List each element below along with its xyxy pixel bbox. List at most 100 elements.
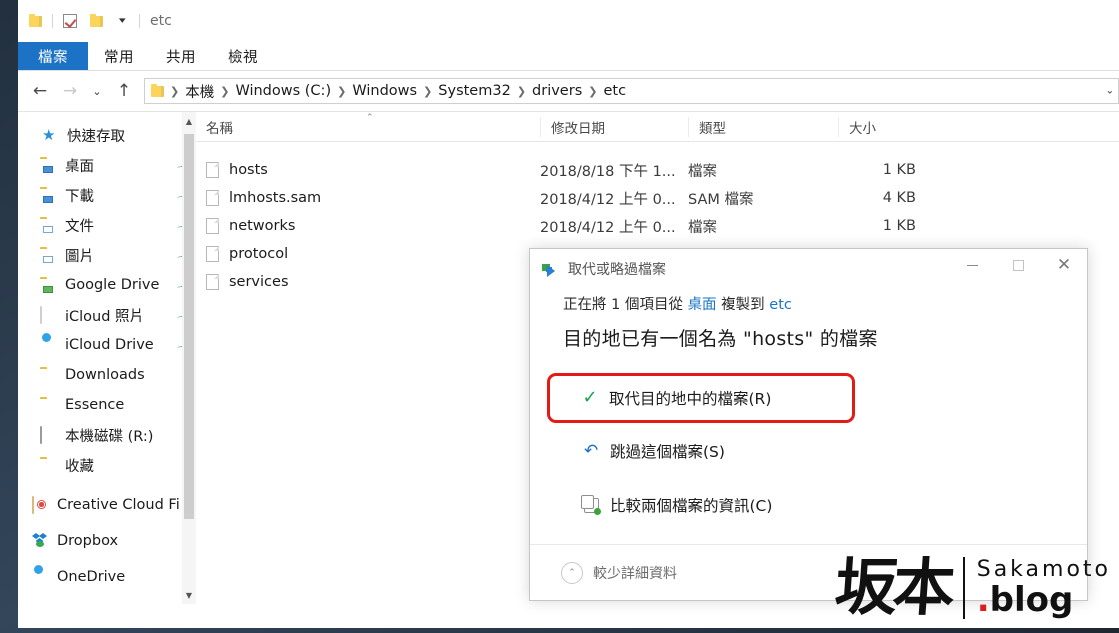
nav-label: Google Drive xyxy=(65,277,160,293)
table-row[interactable]: networks 2018/4/12 上午 0... 檔案 1 KB xyxy=(196,212,1119,240)
file-name-cell: hosts xyxy=(196,156,540,184)
less-details-label[interactable]: 較少詳細資料 xyxy=(593,563,677,583)
recent-locations-button[interactable]: ⌄ xyxy=(86,77,108,105)
table-row[interactable]: hosts 2018/8/18 下午 1... 檔案 1 KB xyxy=(196,156,1119,184)
divider xyxy=(18,480,196,490)
nav-item-documents[interactable]: 文件 📌 xyxy=(18,210,196,240)
nav-item-favorites[interactable]: 收藏 xyxy=(18,450,196,480)
nav-label: iCloud Drive xyxy=(65,337,154,353)
table-row[interactable]: lmhosts.sam 2018/4/12 上午 0... SAM 檔案 4 K… xyxy=(196,184,1119,212)
subtitle-middle: 複製到 xyxy=(716,297,770,313)
up-button[interactable]: ↑ xyxy=(110,77,138,105)
address-dropdown-icon[interactable]: ⌄ xyxy=(1106,86,1114,97)
folder-icon xyxy=(40,397,58,413)
nav-label: 快速存取 xyxy=(67,128,125,145)
folder-gdrive-icon xyxy=(40,277,58,293)
nav-item-creative-cloud[interactable]: Creative Cloud Fi xyxy=(18,490,196,520)
close-button[interactable]: ✕ xyxy=(1041,249,1087,281)
maximize-button[interactable] xyxy=(995,249,1041,281)
nav-item-desktop[interactable]: 桌面 📌 xyxy=(18,150,196,180)
nav-item-essence[interactable]: Essence xyxy=(18,390,196,420)
tab-share[interactable]: 共用 xyxy=(150,42,212,70)
dropbox-icon xyxy=(32,533,50,549)
disk-drive-icon xyxy=(40,426,58,444)
navigation-scrollbar[interactable]: ▲ ▼ xyxy=(182,112,196,604)
scrollbar-thumb[interactable] xyxy=(184,134,194,519)
breadcrumb-item-1[interactable]: Windows (C:) xyxy=(231,83,335,99)
option-label: 比較兩個檔案的資訊(C) xyxy=(610,497,773,515)
tab-file[interactable]: 檔案 xyxy=(18,42,88,70)
onedrive-icon xyxy=(32,569,50,585)
checkbox-icon xyxy=(63,14,77,28)
nav-item-local-disk-r[interactable]: 本機磁碟 (R:) xyxy=(18,420,196,450)
breadcrumb-separator: ❯ xyxy=(337,84,347,98)
qat-properties-button[interactable] xyxy=(57,8,83,34)
qat-new-folder-button[interactable] xyxy=(83,8,109,34)
file-name: hosts xyxy=(229,162,268,178)
nav-label: iCloud 照片 xyxy=(65,308,145,325)
nav-label: Dropbox xyxy=(57,533,119,549)
dialog-title-bar: 取代或略過檔案 ✕ xyxy=(530,249,1087,289)
nav-item-downloads-cjk[interactable]: 下載 📌 xyxy=(18,180,196,210)
minimize-button[interactable] xyxy=(981,0,1027,30)
file-name: protocol xyxy=(229,246,289,262)
option-compare-files[interactable]: 比較兩個檔案的資訊(C) xyxy=(563,490,863,520)
option-skip-file[interactable]: ↷ 跳過這個檔案(S) xyxy=(563,436,863,466)
nav-label: 圖片 xyxy=(65,248,94,265)
skip-arrow-icon: ↷ xyxy=(583,440,599,461)
qat-folder-button[interactable] xyxy=(22,8,48,34)
tab-home[interactable]: 常用 xyxy=(88,42,150,70)
file-name: lmhosts.sam xyxy=(229,190,322,206)
breadcrumb-item-0[interactable]: 本機 xyxy=(181,81,218,102)
option-label: 取代目的地中的檔案(R) xyxy=(609,390,772,408)
maximize-button[interactable] xyxy=(1027,0,1073,30)
qat-customize-button[interactable]: ▾ xyxy=(109,8,135,34)
scroll-up-arrow-icon[interactable]: ▲ xyxy=(182,112,196,130)
icloud-photos-icon xyxy=(40,306,58,324)
breadcrumb-item-4[interactable]: drivers xyxy=(528,83,586,99)
creative-cloud-icon xyxy=(32,496,50,514)
folder-desktop-icon xyxy=(40,157,58,173)
folder-icon xyxy=(151,83,164,97)
nav-item-icloud-photos[interactable]: iCloud 照片 📌 xyxy=(18,300,196,330)
nav-item-icloud-drive[interactable]: iCloud Drive 📌 xyxy=(18,330,196,360)
address-bar[interactable]: ❯ 本機 ❯ Windows (C:) ❯ Windows ❯ System32… xyxy=(144,78,1119,104)
nav-item-pictures[interactable]: 圖片 📌 xyxy=(18,240,196,270)
scroll-down-arrow-icon[interactable]: ▼ xyxy=(182,586,196,604)
nav-label: 收藏 xyxy=(65,458,94,475)
window-controls xyxy=(981,0,1119,30)
column-header-row: 名稱 修改日期 類型 大小 ⌃ xyxy=(196,112,1119,142)
navigation-pane: ★ 快速存取 桌面 📌 下載 📌 文件 📌 xyxy=(18,112,196,604)
close-button[interactable] xyxy=(1073,0,1119,30)
nav-item-google-drive[interactable]: Google Drive 📌 xyxy=(18,270,196,300)
breadcrumb-item-3[interactable]: System32 xyxy=(434,83,515,99)
nav-item-onedrive[interactable]: OneDrive xyxy=(18,562,196,592)
dropdown-caret-icon: ▾ xyxy=(118,15,126,26)
minimize-button[interactable] xyxy=(949,249,995,281)
back-button[interactable]: ← xyxy=(26,77,54,105)
column-header-type[interactable]: 類型 xyxy=(688,116,838,137)
maximize-icon xyxy=(1012,259,1024,271)
nav-item-dropbox[interactable]: Dropbox xyxy=(18,526,196,556)
forward-button[interactable]: → xyxy=(56,77,84,105)
column-header-date[interactable]: 修改日期 xyxy=(540,116,688,137)
file-size-cell: 1 KB xyxy=(882,162,916,178)
dialog-heading: 目的地已有一個名為 "hosts" 的檔案 xyxy=(563,328,878,350)
address-bar-row: ← → ⌄ ↑ ❯ 本機 ❯ Windows (C:) ❯ Windows ❯ … xyxy=(18,71,1119,111)
nav-item-downloads[interactable]: Downloads xyxy=(18,360,196,390)
source-link[interactable]: 桌面 xyxy=(688,297,717,313)
tab-view[interactable]: 檢視 xyxy=(212,42,274,70)
breadcrumb-item-2[interactable]: Windows xyxy=(348,83,421,99)
target-link[interactable]: etc xyxy=(769,297,792,313)
chevron-up-circle-icon[interactable]: ⌃ xyxy=(561,561,583,584)
option-replace-file[interactable]: ✓ 取代目的地中的檔案(R) xyxy=(547,373,855,423)
column-header-size[interactable]: 大小 xyxy=(838,116,928,137)
breadcrumb-separator: ❯ xyxy=(516,84,527,98)
file-icon xyxy=(206,274,219,290)
breadcrumb-separator: ❯ xyxy=(170,84,180,98)
file-type-cell: 檔案 xyxy=(688,219,717,236)
nav-quick-access[interactable]: ★ 快速存取 xyxy=(18,120,196,150)
breadcrumb-item-5[interactable]: etc xyxy=(599,83,630,99)
divider xyxy=(52,14,53,28)
file-name-cell: networks xyxy=(196,212,540,240)
